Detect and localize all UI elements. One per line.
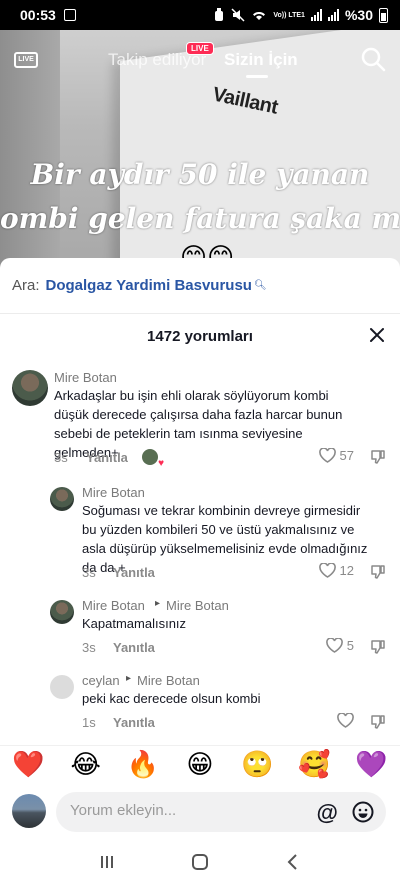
reply-to-username[interactable]: Mire Botan (137, 673, 200, 688)
comments-list[interactable]: Mire Botan Arkadaşlar bu işin ehli olara… (0, 358, 400, 733)
signal-icon (310, 9, 322, 21)
active-tab-indicator (246, 75, 268, 78)
system-nav-bar (0, 836, 400, 888)
like-button[interactable] (337, 713, 354, 728)
comments-count-title: 1472 yorumları (147, 328, 253, 345)
dislike-icon[interactable] (370, 714, 386, 730)
reply-button[interactable]: Yanıtla (113, 640, 155, 655)
alarm-icon (215, 8, 224, 21)
emoji-picker-icon[interactable] (352, 801, 374, 823)
emoji-grin[interactable]: 😁 (182, 749, 218, 780)
reply-arrow-icon: ▸ (155, 598, 161, 609)
comment-time: 3s (54, 450, 68, 465)
emoji-tears-of-joy[interactable]: 😂 (68, 749, 104, 780)
comment-username[interactable]: Mire Botan (82, 598, 145, 613)
heart-outline-icon (325, 638, 343, 653)
emoji-eye-roll[interactable]: 🙄 (239, 749, 275, 780)
reply-button[interactable]: Yanıtla (86, 450, 128, 465)
search-small-icon: 🔍︎ (253, 280, 267, 291)
comment-username[interactable]: Mire Botan (54, 370, 117, 385)
like-count: 57 (339, 448, 354, 463)
comment-time: 3s (82, 565, 96, 580)
comment-time: 1s (82, 715, 96, 730)
emoji-red-heart[interactable]: ❤️ (11, 749, 47, 780)
comment-input[interactable] (70, 802, 290, 819)
avatar[interactable] (12, 370, 48, 406)
network-label: Vo)) LTE1 (273, 11, 305, 19)
reply-arrow-icon: ▸ (126, 673, 132, 684)
avatar[interactable] (50, 675, 74, 699)
video-caption-line2: ombi gelen fatura şaka mı (0, 202, 400, 235)
wifi-icon (253, 11, 266, 20)
back-button[interactable] (278, 847, 308, 877)
comment-item: Mire Botan Arkadaşlar bu işin ehli olara… (0, 366, 400, 476)
like-count: 12 (339, 563, 354, 578)
tab-for-you[interactable]: Sizin İçin (224, 50, 298, 70)
reply-button[interactable]: Yanıtla (113, 715, 155, 730)
reply-button[interactable]: Yanıtla (113, 565, 155, 580)
like-button[interactable]: 5 (325, 638, 354, 653)
comment-text: peki kac derecede olsun kombi (82, 691, 261, 706)
comments-header: 1472 yorumları (0, 314, 400, 358)
live-tv-icon: LIVE (14, 52, 38, 68)
heart-outline-icon (318, 448, 336, 463)
comment-text: Kapatmamalısınız (82, 616, 187, 631)
comment-item: Mire Botan ▸ Mire Botan Kapatmamalısınız… (0, 596, 400, 666)
like-count: 5 (346, 638, 354, 653)
like-button[interactable]: 57 (318, 448, 354, 463)
comment-username[interactable]: ceylan (82, 673, 120, 688)
like-button[interactable]: 12 (318, 563, 354, 578)
recent-apps-icon (100, 856, 113, 868)
home-button[interactable] (185, 847, 215, 877)
live-badge: LIVE (186, 42, 214, 55)
signal-icon-2 (327, 9, 339, 21)
home-icon (191, 854, 208, 870)
avatar[interactable] (50, 487, 74, 511)
video-player[interactable]: Vaillant LIVE Takip ediliyor LIVE Sizin … (0, 30, 400, 270)
heart-outline-icon (318, 563, 336, 578)
video-caption-line1: Bir aydır 50 ile yanan (30, 158, 370, 191)
comment-item: ceylan ▸ Mire Botan peki kac derecede ol… (0, 671, 400, 733)
recent-apps-button[interactable] (92, 847, 122, 877)
comment-input-box[interactable]: @ (56, 792, 386, 832)
comment-item: Mire Botan Soğuması ve tekrar kombinin d… (0, 483, 400, 593)
related-search-query[interactable]: Dogalgaz Yardimi Basvurusu (46, 277, 252, 294)
back-icon (287, 854, 298, 870)
related-search-bar[interactable]: Ara: Dogalgaz Yardimi Basvurusu 🔍︎ (0, 258, 400, 314)
battery-icon (379, 7, 388, 23)
close-icon[interactable] (368, 326, 386, 344)
creator-liked-icon (142, 449, 164, 469)
related-search-label: Ara: (12, 277, 40, 294)
top-navigation: LIVE Takip ediliyor LIVE Sizin İçin (0, 42, 400, 78)
heart-outline-icon (337, 713, 354, 728)
emoji-fire[interactable]: 🔥 (125, 749, 161, 780)
emoji-smiling-hearts[interactable]: 🥰 (296, 749, 332, 780)
avatar[interactable] (50, 600, 74, 624)
reply-to-username[interactable]: Mire Botan (166, 598, 229, 613)
comment-username[interactable]: Mire Botan (82, 485, 145, 500)
dislike-icon[interactable] (370, 449, 386, 465)
my-avatar (12, 794, 46, 828)
emoji-quick-bar: ❤️ 😂 🔥 😁 🙄 🥰 💜 (0, 745, 400, 783)
comment-time: 3s (82, 640, 96, 655)
battery-label: %30 (344, 7, 373, 23)
comment-input-row: @ (0, 786, 400, 836)
status-bar: 00:53 Vo)) LTE1 %30 (0, 0, 400, 30)
emoji-purple-heart[interactable]: 💜 (353, 749, 389, 780)
live-tv-button[interactable]: LIVE (14, 48, 40, 72)
search-icon[interactable] (360, 46, 386, 72)
dislike-icon[interactable] (370, 564, 386, 580)
status-time: 00:53 (20, 7, 56, 23)
mute-icon (231, 8, 245, 22)
dislike-icon[interactable] (370, 639, 386, 655)
gallery-notification-icon (63, 9, 76, 21)
mention-button[interactable]: @ (317, 800, 338, 826)
